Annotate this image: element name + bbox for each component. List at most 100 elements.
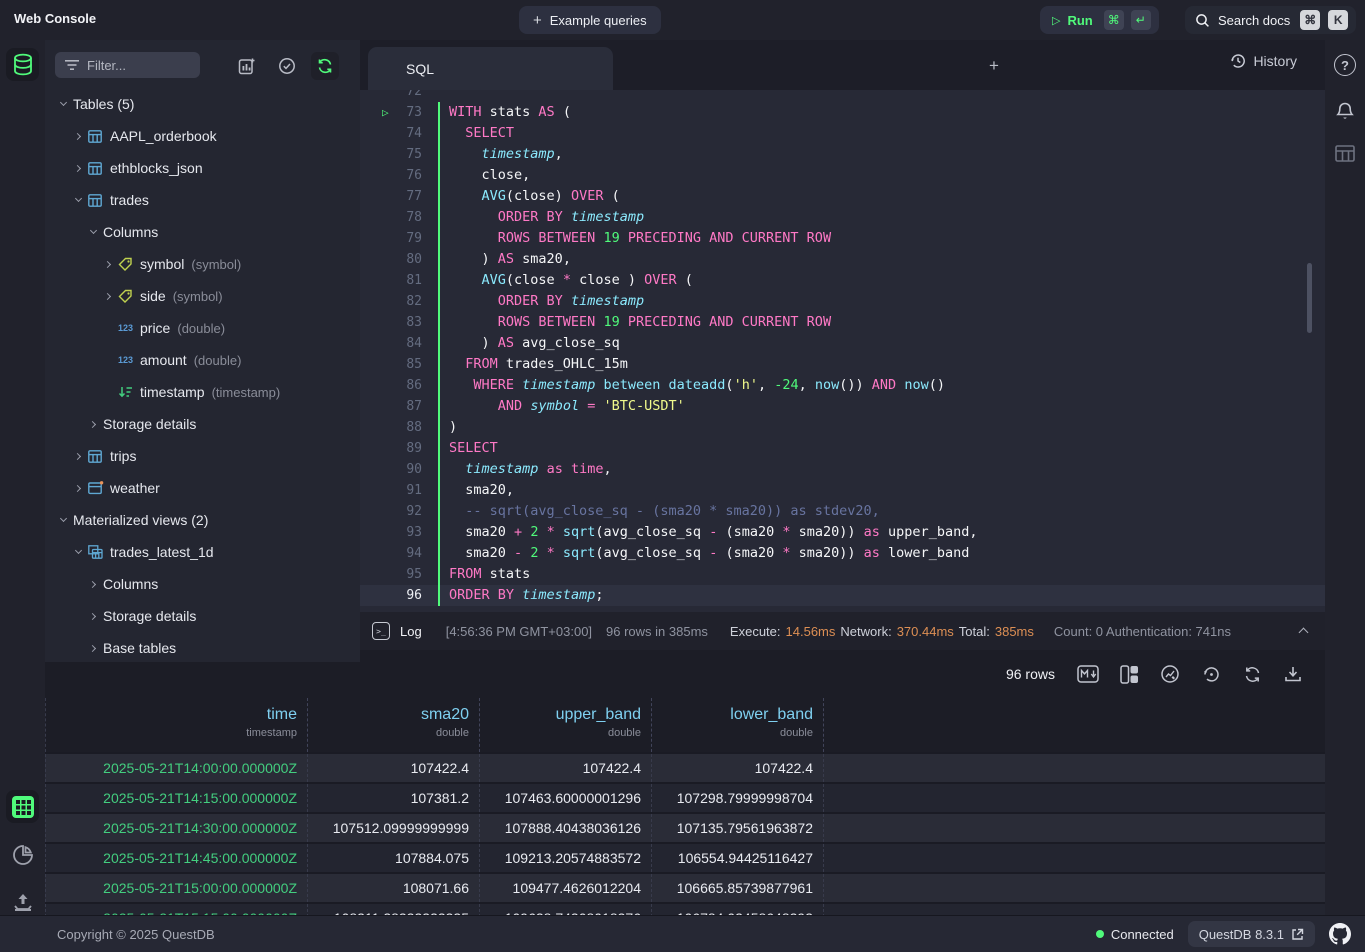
cell-time[interactable]: 2025-05-21T14:45:00.000000Z — [45, 844, 308, 872]
tree-item-columns[interactable]: Columns — [45, 568, 360, 600]
tree-item-storage-details[interactable]: Storage details — [45, 408, 360, 440]
code-line-75[interactable]: 75 timestamp, — [360, 144, 1325, 165]
cell-lower_band[interactable]: 106665.85739877961 — [652, 874, 824, 902]
version-link[interactable]: QuestDB 8.3.1 — [1188, 921, 1315, 947]
code-line-90[interactable]: 90 timestamp as time, — [360, 459, 1325, 480]
add-metrics-button[interactable] — [233, 52, 261, 80]
code-line-77[interactable]: 77 AVG(close) OVER ( — [360, 186, 1325, 207]
tab-sql[interactable]: SQL — [368, 47, 613, 90]
code-line-86[interactable]: 86 WHERE timestamp between dateadd('h', … — [360, 375, 1325, 396]
code-line-94[interactable]: 94 sma20 - 2 * sqrt(avg_close_sq - (sma2… — [360, 543, 1325, 564]
tree-item-amount[interactable]: 123amount(double) — [45, 344, 360, 376]
chevron-closed-icon[interactable] — [85, 640, 101, 656]
run-query-glyph-icon[interactable]: ▷ — [382, 102, 389, 123]
cell-upper_band[interactable]: 109477.4626012204 — [480, 874, 652, 902]
select-tables-button[interactable] — [273, 52, 301, 80]
chevron-open-icon[interactable] — [70, 544, 86, 560]
code-line-84[interactable]: 84 ) AS avg_close_sq — [360, 333, 1325, 354]
cell-sma20[interactable]: 107884.075 — [308, 844, 480, 872]
cell-time[interactable]: 2025-05-21T14:00:00.000000Z — [45, 754, 308, 782]
table-row[interactable]: 2025-05-21T14:15:00.000000Z107381.210746… — [45, 782, 1365, 812]
tables-panel-button[interactable] — [6, 48, 39, 81]
cell-sma20[interactable]: 107381.2 — [308, 784, 480, 812]
column-header-lower_band[interactable]: lower_banddouble — [652, 698, 824, 752]
tree-item-side[interactable]: side(symbol) — [45, 280, 360, 312]
tree-item-columns[interactable]: Columns — [45, 216, 360, 248]
notifications-button[interactable] — [1332, 98, 1358, 124]
chevron-closed-icon[interactable] — [100, 256, 116, 272]
cell-time[interactable]: 2025-05-21T15:00:00.000000Z — [45, 874, 308, 902]
chevron-closed-icon[interactable] — [85, 576, 101, 592]
chart-panel-button[interactable] — [6, 838, 39, 871]
cell-lower_band[interactable]: 107422.4 — [652, 754, 824, 782]
code-line-72[interactable]: 72 — [360, 90, 1325, 102]
tree-item-tables-5-[interactable]: Tables (5) — [45, 88, 360, 120]
tree-item-materialized-views-2-[interactable]: Materialized views (2) — [45, 504, 360, 536]
sql-editor[interactable]: 72▷73WITH stats AS (74 SELECT75 timestam… — [360, 90, 1325, 612]
collapse-log-button[interactable] — [1300, 624, 1307, 639]
table-row[interactable]: 2025-05-21T14:30:00.000000Z107512.099999… — [45, 812, 1365, 842]
code-line-96[interactable]: 96ORDER BY timestamp; — [360, 585, 1325, 606]
code-line-81[interactable]: 81 AVG(close * close ) OVER ( — [360, 270, 1325, 291]
chevron-closed-icon[interactable] — [70, 448, 86, 464]
code-line-76[interactable]: 76 close, — [360, 165, 1325, 186]
table-row[interactable]: 2025-05-21T14:00:00.000000Z107422.410742… — [45, 752, 1365, 782]
chevron-open-icon[interactable] — [70, 192, 86, 208]
refresh-schema-button[interactable] — [311, 52, 339, 80]
cell-time[interactable]: 2025-05-21T14:15:00.000000Z — [45, 784, 308, 812]
history-button[interactable]: History — [1230, 53, 1297, 69]
cell-upper_band[interactable]: 109628.74308018376 — [480, 904, 652, 915]
code-line-73[interactable]: ▷73WITH stats AS ( — [360, 102, 1325, 123]
tree-item-weather[interactable]: weather — [45, 472, 360, 504]
download-csv-button[interactable] — [1281, 662, 1305, 686]
refresh-results-button[interactable] — [1240, 662, 1264, 686]
column-header-upper_band[interactable]: upper_banddouble — [480, 698, 652, 752]
cell-time[interactable]: 2025-05-21T15:15:00.000000Z — [45, 904, 308, 915]
tree-item-trips[interactable]: trips — [45, 440, 360, 472]
code-line-92[interactable]: 92 -- sqrt(avg_close_sq - (sma20 * sma20… — [360, 501, 1325, 522]
tree-item-trades-latest-1d[interactable]: trades_latest_1d — [45, 536, 360, 568]
chevron-closed-icon[interactable] — [85, 608, 101, 624]
search-docs-button[interactable]: Search docs ⌘ K — [1185, 6, 1356, 34]
result-grid-button[interactable] — [6, 790, 39, 823]
tree-item-timestamp[interactable]: timestamp(timestamp) — [45, 376, 360, 408]
chevron-closed-icon[interactable] — [70, 480, 86, 496]
cell-sma20[interactable]: 107422.4 — [308, 754, 480, 782]
code-line-95[interactable]: 95FROM stats — [360, 564, 1325, 585]
help-button[interactable]: ? — [1332, 52, 1358, 78]
new-tab-button[interactable]: + — [982, 54, 1006, 78]
code-line-85[interactable]: 85 FROM trades_OHLC_15m — [360, 354, 1325, 375]
tree-item-symbol[interactable]: symbol(symbol) — [45, 248, 360, 280]
editor-scrollbar[interactable] — [1307, 263, 1312, 333]
tree-item-storage-details[interactable]: Storage details — [45, 600, 360, 632]
run-button[interactable]: ▷ Run ⌘ ↵ — [1040, 6, 1159, 34]
tree-item-trades[interactable]: trades — [45, 184, 360, 216]
chevron-closed-icon[interactable] — [100, 288, 116, 304]
code-line-78[interactable]: 78 ORDER BY timestamp — [360, 207, 1325, 228]
tree-item-ethblocks-json[interactable]: ethblocks_json — [45, 152, 360, 184]
chevron-open-icon[interactable] — [55, 512, 71, 528]
code-line-80[interactable]: 80 ) AS sma20, — [360, 249, 1325, 270]
example-queries-button[interactable]: + Example queries — [519, 6, 661, 34]
cell-lower_band[interactable]: 106554.94425116427 — [652, 844, 824, 872]
results-panel-button[interactable] — [1332, 140, 1358, 166]
tree-item-price[interactable]: 123price(double) — [45, 312, 360, 344]
cell-sma20[interactable]: 108071.66 — [308, 874, 480, 902]
cell-upper_band[interactable]: 109213.20574883572 — [480, 844, 652, 872]
cell-sma20[interactable]: 108211.28333333335 — [308, 904, 480, 915]
github-link[interactable] — [1329, 923, 1351, 945]
toggle-columns-button[interactable] — [1117, 662, 1141, 686]
chevron-closed-icon[interactable] — [85, 416, 101, 432]
code-line-89[interactable]: 89SELECT — [360, 438, 1325, 459]
code-line-82[interactable]: 82 ORDER BY timestamp — [360, 291, 1325, 312]
cell-upper_band[interactable]: 107463.60000001296 — [480, 784, 652, 812]
cell-sma20[interactable]: 107512.09999999999 — [308, 814, 480, 842]
tree-item-base-tables[interactable]: Base tables — [45, 632, 360, 662]
cell-lower_band[interactable]: 106784.02458648293 — [652, 904, 824, 915]
column-header-time[interactable]: timetimestamp — [45, 698, 308, 752]
filter-input-wrapper[interactable] — [55, 52, 200, 78]
cell-upper_band[interactable]: 107422.4 — [480, 754, 652, 782]
code-line-79[interactable]: 79 ROWS BETWEEN 19 PRECEDING AND CURRENT… — [360, 228, 1325, 249]
column-header-sma20[interactable]: sma20double — [308, 698, 480, 752]
cell-lower_band[interactable]: 107135.79561963872 — [652, 814, 824, 842]
